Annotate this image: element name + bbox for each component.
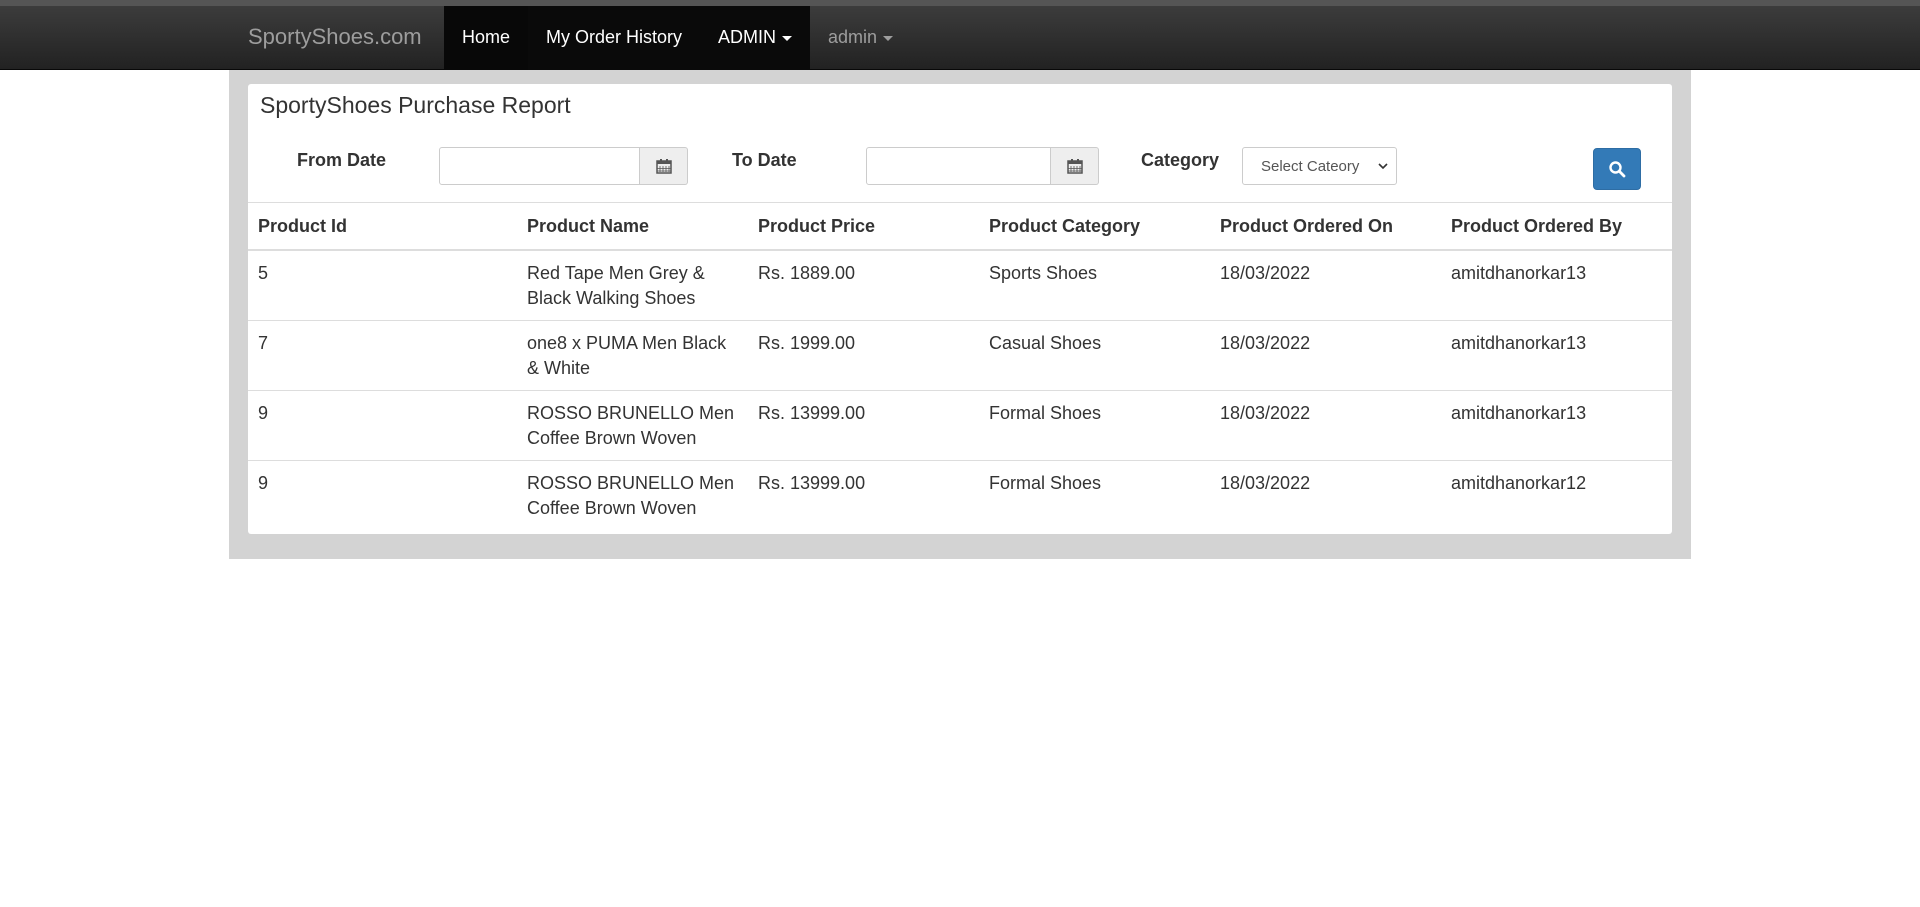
to-date-calendar-button[interactable]: [1051, 147, 1099, 185]
nav-order-history[interactable]: My Order History: [528, 6, 701, 70]
cell-product-name: ROSSO BRUNELLO Men Coffee Brown Woven: [517, 390, 748, 461]
column-header-product-price: Product Price: [748, 202, 979, 251]
table-row: 5 Red Tape Men Grey & Black Walking Shoe…: [248, 250, 1672, 321]
table-row: 9 ROSSO BRUNELLO Men Coffee Brown Woven …: [248, 390, 1672, 461]
cell-ordered-by: amitdhanorkar13: [1441, 320, 1672, 391]
from-date-calendar-button[interactable]: [640, 147, 688, 185]
nav-user-dropdown[interactable]: admin: [810, 6, 911, 70]
calendar-icon: [655, 158, 672, 174]
search-icon: [1609, 161, 1626, 178]
nav-admin-label: ADMIN: [718, 27, 777, 47]
cell-ordered-by: amitdhanorkar13: [1441, 250, 1672, 321]
cell-product-price: Rs. 13999.00: [758, 473, 866, 493]
cell-product-id: 9: [248, 390, 517, 461]
table-row: 7 one8 x PUMA Men Black & White Rs. 1999…: [248, 320, 1672, 391]
table-header-row: Product Id Product Name Product Price Pr…: [248, 202, 1672, 251]
cell-product-id: 7: [248, 320, 517, 391]
chevron-down-icon: [1378, 163, 1388, 170]
category-select[interactable]: Select Cateory: [1242, 147, 1397, 185]
cell-product-name: one8 x PUMA Men Black & White: [517, 320, 748, 391]
category-label: Category: [1141, 150, 1220, 170]
column-header-product-id: Product Id: [248, 202, 517, 251]
cell-product-category: Formal Shoes: [989, 473, 1102, 493]
category-select-value: Select Cateory: [1261, 157, 1360, 175]
nav-home-label: Home: [462, 27, 511, 47]
cell-product-price: Rs. 1889.00: [748, 250, 979, 321]
page-title: SportyShoes Purchase Report: [260, 92, 571, 118]
cell-ordered-on: 18/03/2022: [1210, 320, 1441, 391]
cell-product-category: Formal Shoes: [979, 390, 1210, 461]
nav-home[interactable]: Home: [444, 6, 529, 70]
cell-product-id: 9: [258, 473, 269, 493]
from-date-group: [439, 147, 688, 185]
caret-down-icon: [883, 35, 894, 41]
cell-product-price: Rs. 1999.00: [748, 320, 979, 391]
cell-product-id: 5: [248, 250, 517, 321]
cell-ordered-by: amitdhanorkar12: [1451, 473, 1587, 493]
purchase-report-table: Product Id Product Name Product Price Pr…: [248, 202, 1672, 530]
top-navbar: SportyShoes.com Home My Order History AD…: [0, 0, 1920, 70]
nav-user-label: admin: [828, 27, 878, 47]
caret-down-icon: [782, 35, 793, 41]
purchase-report-panel: SportyShoes Purchase Report From Date To…: [248, 84, 1672, 534]
cell-ordered-on: 18/03/2022: [1220, 473, 1311, 493]
search-button[interactable]: [1593, 148, 1641, 190]
to-date-label: To Date: [732, 150, 797, 170]
column-header-product-category: Product Category: [979, 202, 1210, 251]
main-nav: Home My Order History ADMIN admin: [444, 6, 911, 70]
from-date-label: From Date: [297, 150, 387, 170]
nav-order-history-label: My Order History: [546, 27, 683, 47]
cell-product-name: Red Tape Men Grey & Black Walking Shoes: [517, 250, 748, 321]
cell-ordered-by: amitdhanorkar13: [1441, 390, 1672, 461]
nav-admin-dropdown[interactable]: ADMIN: [700, 6, 811, 70]
from-date-input[interactable]: [439, 147, 640, 185]
column-header-ordered-on: Product Ordered On: [1210, 202, 1441, 251]
cell-ordered-on: 18/03/2022: [1210, 250, 1441, 321]
brand-link[interactable]: SportyShoes.com: [248, 6, 422, 70]
cell-product-category: Sports Shoes: [979, 250, 1210, 321]
cell-product-category: Casual Shoes: [979, 320, 1210, 391]
to-date-input[interactable]: [866, 147, 1051, 185]
cell-product-price: Rs. 13999.00: [748, 390, 979, 461]
column-header-product-name: Product Name: [517, 202, 748, 251]
table-row: 9 ROSSO BRUNELLO Men Coffee Brown Woven …: [248, 461, 1672, 531]
cell-ordered-on: 18/03/2022: [1210, 390, 1441, 461]
column-header-ordered-by: Product Ordered By: [1441, 202, 1672, 251]
cell-product-name: ROSSO BRUNELLO Men Coffee Brown Woven: [527, 473, 735, 518]
calendar-icon: [1066, 158, 1083, 174]
to-date-group: [866, 147, 1099, 185]
